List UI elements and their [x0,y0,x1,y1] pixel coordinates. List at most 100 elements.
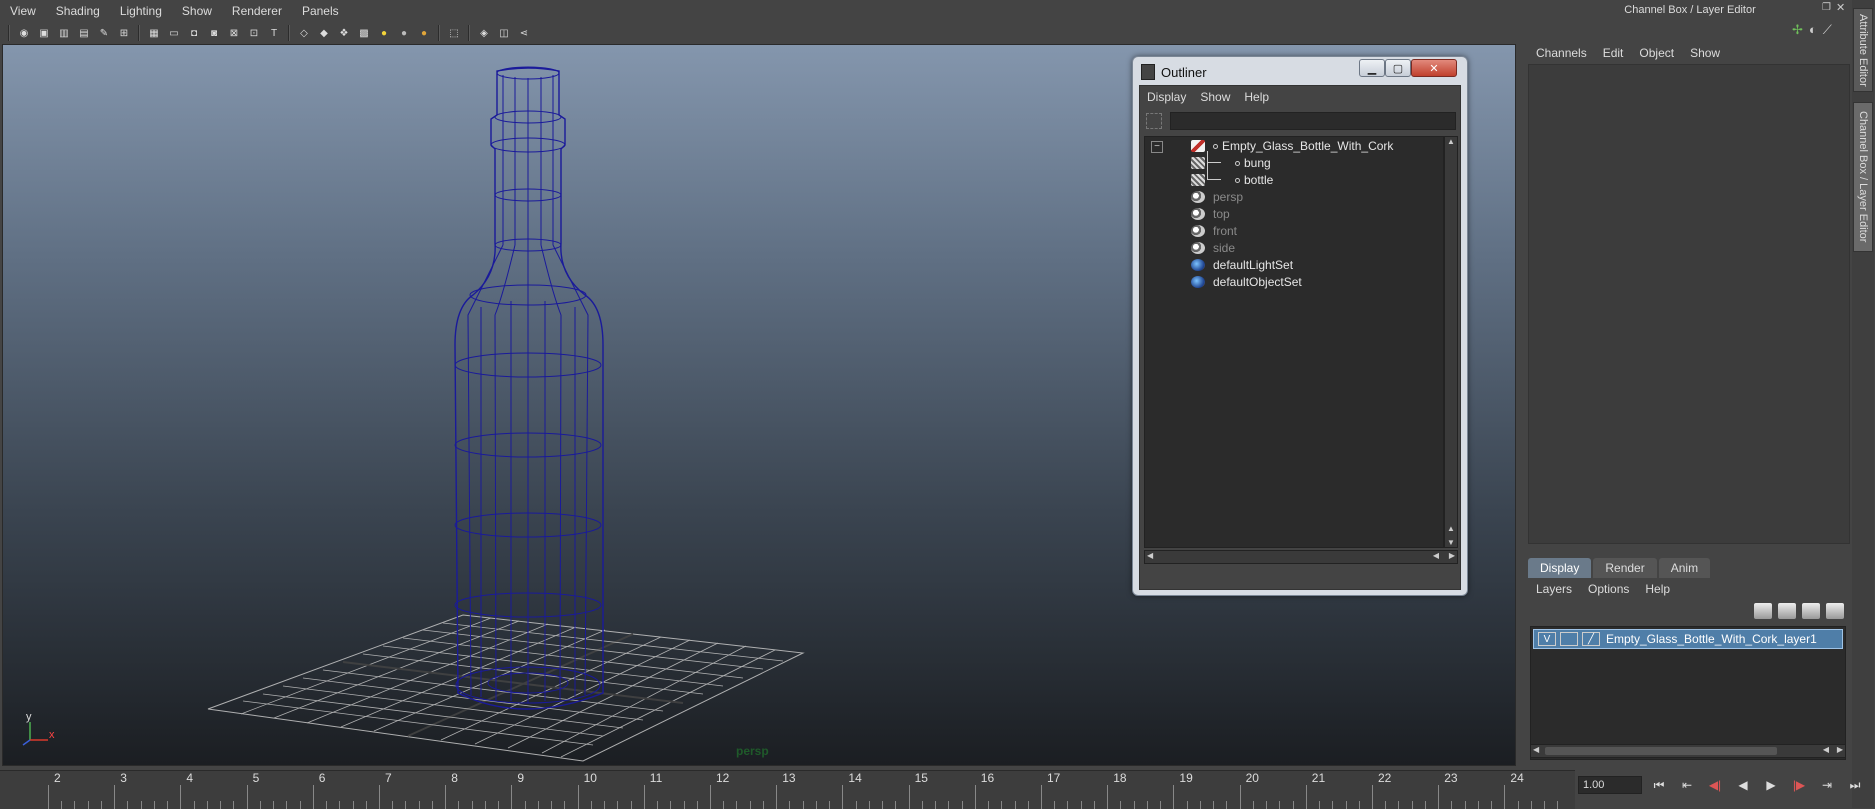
menu-shading[interactable]: Shading [46,4,110,18]
time-slider[interactable]: 2 3 4 5 6 7 8 9 10 11 12 13 14 15 16 17 18 19 20 21 22 23 24 [0,770,1575,809]
camera-attributes-icon[interactable]: ▣ [36,25,52,41]
play-forward-icon[interactable]: ▶ [1762,776,1780,794]
step-forward-key-icon[interactable]: ⇥ [1818,776,1836,794]
speed-icon[interactable]: ◐ [1809,22,1817,38]
layer-type-toggle[interactable] [1560,632,1578,646]
layer-row[interactable]: V ╱ Empty_Glass_Bottle_With_Cork_layer1 [1533,629,1843,649]
tree-item-top[interactable]: top [1191,205,1230,223]
outliner-titlebar[interactable]: Outliner [1141,61,1207,83]
close-button[interactable]: ✕ [1411,59,1457,77]
layer-color-swatch[interactable]: ╱ [1582,632,1600,646]
resolution-gate-icon[interactable]: ▭ [166,25,182,41]
scroll-left-icon[interactable]: ◀ [1533,745,1539,754]
safe-action-icon[interactable]: ⊠ [226,25,242,41]
ambient-occlusion-icon[interactable]: ● [416,25,432,41]
step-back-frame-icon[interactable]: ◀| [1706,776,1724,794]
tab-attribute-editor[interactable]: Attribute Editor [1853,8,1873,92]
image-plane-icon[interactable]: ▤ [76,25,92,41]
new-layer-icon[interactable] [1754,603,1772,619]
menu-panels[interactable]: Panels [292,4,349,18]
field-chart-icon[interactable]: ◙ [206,25,222,41]
xray-icon[interactable]: ◈ [476,25,492,41]
menu-view[interactable]: View [0,4,46,18]
current-frame-field[interactable]: 1.00 [1578,776,1642,794]
grease-pencil-icon[interactable]: ✎ [96,25,112,41]
step-back-key-icon[interactable]: ⇤ [1678,776,1696,794]
scroll-left-icon[interactable]: ◀ [1147,551,1153,560]
outliner-window[interactable]: Outliner ▁ ▢ ✕ Display Show Help − Empty… [1132,56,1468,596]
scrollbar-thumb[interactable] [1545,747,1777,755]
menu-show[interactable]: Show [172,4,222,18]
outliner-search-input[interactable] [1170,112,1456,130]
outliner-menu-show[interactable]: Show [1193,90,1237,104]
close-panel-icon[interactable]: ✕ [1836,1,1845,14]
go-to-end-icon[interactable]: ⏭ [1846,776,1864,794]
outliner-horizontal-scrollbar[interactable]: ◀ ◀ ▶ [1144,550,1458,564]
tab-channel-box[interactable]: Channel Box / Layer Editor [1853,102,1873,252]
outliner-menu-display[interactable]: Display [1140,90,1193,104]
shadows-icon[interactable]: ● [396,25,412,41]
menu-object[interactable]: Object [1631,46,1682,60]
menu-help[interactable]: Help [1637,582,1678,596]
minimize-button[interactable]: ▁ [1359,59,1385,77]
scroll-left-icon[interactable]: ◀ [1823,745,1829,754]
grid-toggle-icon[interactable]: ⊞ [116,25,132,41]
tree-item-persp[interactable]: persp [1191,188,1243,206]
hyperbolic-icon[interactable]: ⟋ [1823,22,1832,38]
menu-lighting[interactable]: Lighting [110,4,172,18]
tree-item-front[interactable]: front [1191,222,1237,240]
filter-icon[interactable] [1146,113,1162,129]
wireframe-on-shaded-icon[interactable]: ❖ [336,25,352,41]
wireframe-icon[interactable]: ◇ [296,25,312,41]
menu-show-cb[interactable]: Show [1682,46,1728,60]
float-panel-icon[interactable]: ❐ [1822,2,1831,13]
scroll-down-icon[interactable]: ▼ [1445,538,1457,547]
scroll-right-icon[interactable]: ▶ [1837,745,1843,754]
channel-box-menubar: Channels Edit Object Show [1528,44,1848,62]
tree-item-group[interactable]: Empty_Glass_Bottle_With_Cork [1191,137,1393,155]
menu-layers[interactable]: Layers [1528,582,1580,596]
title-icon[interactable]: T [266,25,282,41]
scroll-up-icon[interactable]: ▲ [1445,524,1457,533]
gate-mask-icon[interactable]: ◘ [186,25,202,41]
tree-item-bung[interactable]: bung [1191,154,1271,172]
scroll-left-icon[interactable]: ◀ [1433,551,1439,560]
tree-item-defaultlightset[interactable]: defaultLightSet [1191,256,1293,274]
outliner-menu-help[interactable]: Help [1237,90,1276,104]
smooth-shade-icon[interactable]: ◆ [316,25,332,41]
menu-edit[interactable]: Edit [1595,46,1632,60]
collapse-toggle[interactable]: − [1151,141,1163,153]
tab-anim[interactable]: Anim [1658,558,1711,578]
tree-item-defaultobjectset[interactable]: defaultObjectSet [1191,273,1302,291]
layer-move-down-icon[interactable] [1826,603,1844,619]
tab-render[interactable]: Render [1593,558,1657,578]
use-all-lights-icon[interactable]: ● [376,25,392,41]
layer-horizontal-scrollbar[interactable]: ◀ ◀ ▶ [1530,744,1846,758]
share-icon[interactable]: ⋖ [516,25,532,41]
safe-title-icon[interactable]: ⊡ [246,25,262,41]
layer-visibility-toggle[interactable]: V [1538,632,1556,646]
scroll-right-icon[interactable]: ▶ [1449,551,1455,560]
menu-channels[interactable]: Channels [1528,46,1595,60]
maximize-button[interactable]: ▢ [1385,59,1411,77]
bookmark-icon[interactable]: ▥ [56,25,72,41]
go-to-start-icon[interactable]: ⏮ [1650,776,1668,794]
isolate-select-icon[interactable]: ⬚ [446,25,462,41]
textured-icon[interactable]: ▩ [356,25,372,41]
play-backward-icon[interactable]: ◀ [1734,776,1752,794]
layer-move-up-icon[interactable] [1802,603,1820,619]
tree-item-side[interactable]: side [1191,239,1235,257]
outliner-vertical-scrollbar[interactable]: ▲ ▲ ▼ [1444,136,1458,548]
film-gate-icon[interactable]: ▦ [146,25,162,41]
scroll-up-icon[interactable]: ▲ [1445,137,1457,146]
manipulator-icon[interactable]: ✢ [1792,22,1803,38]
xray-joints-icon[interactable]: ◫ [496,25,512,41]
camera-icon [1191,242,1205,254]
tree-item-bottle[interactable]: bottle [1191,171,1273,189]
menu-renderer[interactable]: Renderer [222,4,292,18]
menu-options[interactable]: Options [1580,582,1637,596]
step-forward-frame-icon[interactable]: |▶ [1790,776,1808,794]
new-layer-selected-icon[interactable] [1778,603,1796,619]
camera-select-icon[interactable]: ◉ [16,25,32,41]
tab-display[interactable]: Display [1528,558,1592,578]
